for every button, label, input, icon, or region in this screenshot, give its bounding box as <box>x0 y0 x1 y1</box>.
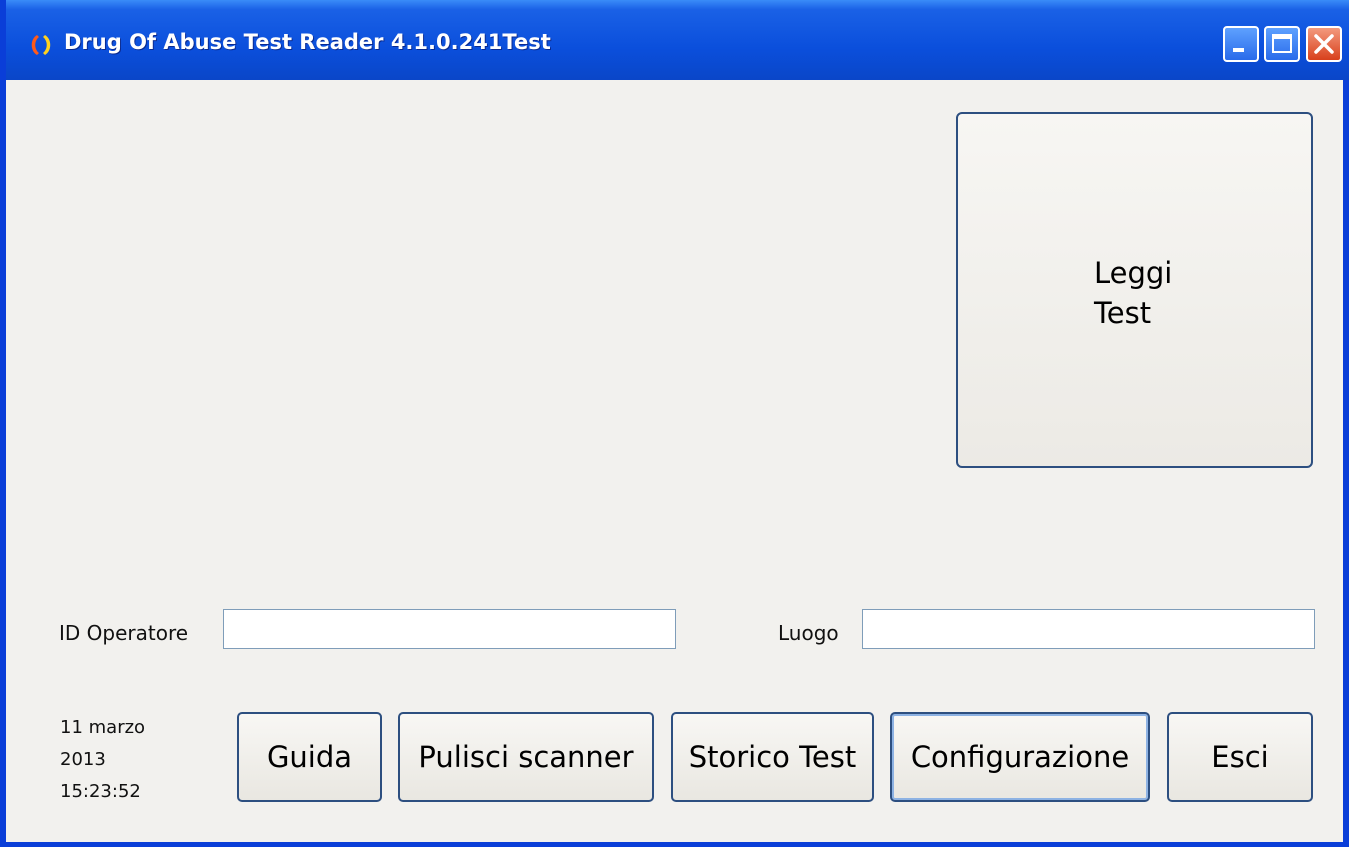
minimize-button[interactable] <box>1223 26 1259 62</box>
close-icon <box>1314 34 1334 54</box>
window-title: Drug Of Abuse Test Reader 4.1.0.241Test <box>64 30 551 54</box>
read-test-button[interactable]: Leggi Test <box>956 112 1313 468</box>
test-history-button[interactable]: Storico Test <box>671 712 874 802</box>
title-bar[interactable]: Drug Of Abuse Test Reader 4.1.0.241Test <box>6 0 1349 80</box>
date-time-display: 11 marzo 2013 15:23:52 <box>60 712 145 808</box>
maximize-icon <box>1272 34 1292 53</box>
location-label: Luogo <box>778 621 839 645</box>
clean-scanner-button[interactable]: Pulisci scanner <box>398 712 654 802</box>
main-panel: Leggi Test ID Operatore Luogo 11 marzo 2… <box>12 80 1349 842</box>
close-button[interactable] <box>1306 26 1342 62</box>
date-day-month: 11 marzo <box>60 717 146 738</box>
date-year: 2013 <box>60 749 106 770</box>
exit-button[interactable]: Esci <box>1167 712 1313 802</box>
minimize-icon <box>1233 48 1244 52</box>
configuration-button[interactable]: Configurazione <box>890 712 1150 802</box>
time-display: 15:23:52 <box>60 781 141 802</box>
read-test-label-line1: Leggi <box>1094 256 1173 290</box>
location-input[interactable] <box>862 609 1315 649</box>
operator-id-input[interactable] <box>223 609 676 649</box>
app-window: Drug Of Abuse Test Reader 4.1.0.241Test … <box>0 0 1349 847</box>
app-logo-icon <box>31 35 51 55</box>
help-button[interactable]: Guida <box>237 712 382 802</box>
read-test-label-line2: Test <box>1094 296 1152 330</box>
operator-id-label: ID Operatore <box>59 621 189 645</box>
maximize-button[interactable] <box>1264 26 1300 62</box>
